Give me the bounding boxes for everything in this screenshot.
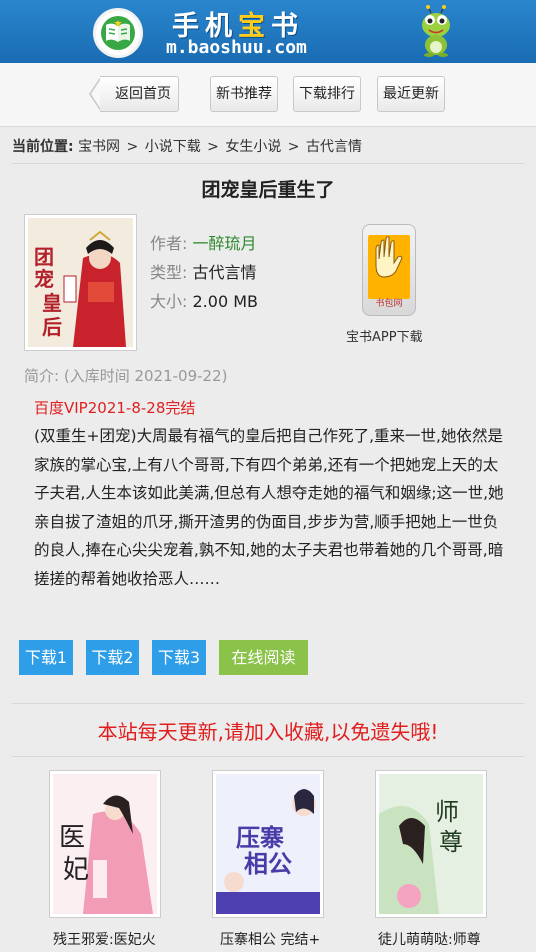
read-online-button[interactable]: 在线阅读: [219, 640, 308, 675]
site-url: m.baoshuu.com: [166, 37, 307, 58]
rec-book-cover[interactable]: 医 妃: [49, 770, 161, 918]
svg-text:皇: 皇: [42, 291, 62, 315]
svg-text:相公: 相公: [244, 850, 292, 878]
hand-book-icon: [375, 236, 403, 278]
rec-cover-art: 师 尊: [379, 774, 483, 914]
breadcrumb-item-novel-download[interactable]: 小说下载: [145, 139, 201, 155]
divider: [12, 163, 524, 164]
book-cover-art: 团 宠 皇 后: [28, 218, 133, 347]
svg-text:宠: 宠: [34, 267, 54, 291]
svg-text:尊: 尊: [439, 828, 463, 856]
recent-update-button[interactable]: 最近更新: [377, 76, 445, 112]
site-logo[interactable]: [93, 8, 143, 58]
breadcrumb-sep: >: [287, 139, 300, 155]
svg-text:压寨: 压寨: [236, 824, 284, 852]
top-nav: 返回首页 新书推荐 下载排行 最近更新: [0, 63, 536, 127]
size-value: 2.00 MB: [192, 292, 259, 311]
bookmark-notice: 本站每天更新,请加入收藏,以免遗失哦!: [97, 720, 439, 744]
svg-text:师: 师: [435, 798, 459, 826]
frog-mascot-icon: [422, 5, 450, 57]
breadcrumb-sep: >: [207, 139, 219, 155]
app-download-phone-icon[interactable]: 书包网: [362, 224, 416, 316]
divider: [12, 703, 524, 704]
rec-book-title[interactable]: 徒儿萌萌哒:师尊: [378, 929, 481, 949]
new-books-button[interactable]: 新书推荐: [210, 76, 278, 112]
added-time: (入库时间 2021-09-22): [63, 367, 228, 385]
breadcrumb-sep: >: [126, 139, 139, 155]
rec-book-cover[interactable]: 压寨 相公: [212, 770, 324, 918]
breadcrumb-item-female-novels[interactable]: 女生小说: [225, 139, 281, 155]
app-download-link[interactable]: 宝书APP下载: [346, 326, 423, 345]
download-rank-button[interactable]: 下载排行: [293, 76, 361, 112]
back-home-button[interactable]: 返回首页: [100, 76, 179, 112]
intro-label: 简介:: [24, 367, 60, 385]
author-link[interactable]: 一醉琉月: [193, 234, 257, 253]
svg-text:后: 后: [42, 315, 62, 339]
type-value: 古代言情: [192, 263, 257, 282]
breadcrumb-item-baoshuwang[interactable]: 宝书网: [78, 139, 120, 155]
download-1-button[interactable]: 下载1: [19, 640, 73, 675]
divider: [12, 756, 524, 757]
svg-text:妃: 妃: [63, 855, 89, 885]
book-title: 团宠皇后重生了: [201, 179, 335, 201]
rec-book-title[interactable]: 残王邪爱:医妃火: [53, 929, 156, 949]
phone-label: 书包网: [375, 299, 403, 309]
rec-cover-art: 医 妃: [53, 774, 157, 914]
book-cover[interactable]: 团 宠 皇 后: [24, 214, 137, 351]
author-row: 作者: 一醉琉月: [150, 230, 257, 254]
rec-cover-art: 压寨 相公: [216, 774, 320, 914]
rec-book-title[interactable]: 压寨相公 完结+: [220, 929, 320, 949]
breadcrumb-label: 当前位置:: [12, 139, 74, 155]
size-row: 大小: 2.00 MB: [150, 288, 258, 312]
author-key: 作者:: [150, 234, 188, 253]
svg-text:团: 团: [34, 245, 54, 269]
book-icon: [106, 21, 130, 42]
intro-row: 简介: (入库时间 2021-09-22): [24, 365, 228, 386]
site-header: 手机宝书 m.baoshuu.com: [0, 0, 536, 63]
size-key: 大小:: [150, 292, 188, 311]
vip-note: 百度VIP2021-8-28完结: [34, 399, 196, 417]
download-3-button[interactable]: 下载3: [152, 640, 206, 675]
breadcrumb-item-ancient-romance[interactable]: 古代言情: [306, 139, 362, 155]
book-description: (双重生+团宠)大周最有福气的皇后把自己作死了,重来一世,她依然是家族的掌心宝,…: [34, 427, 504, 588]
rec-book-cover[interactable]: 师 尊: [375, 770, 487, 918]
type-key: 类型:: [150, 263, 188, 282]
download-2-button[interactable]: 下载2: [86, 640, 139, 675]
svg-text:医: 医: [59, 823, 85, 853]
breadcrumb: 当前位置: 宝书网 > 小说下载 > 女生小说 > 古代言情: [12, 136, 364, 156]
type-row: 类型: 古代言情: [150, 259, 257, 283]
